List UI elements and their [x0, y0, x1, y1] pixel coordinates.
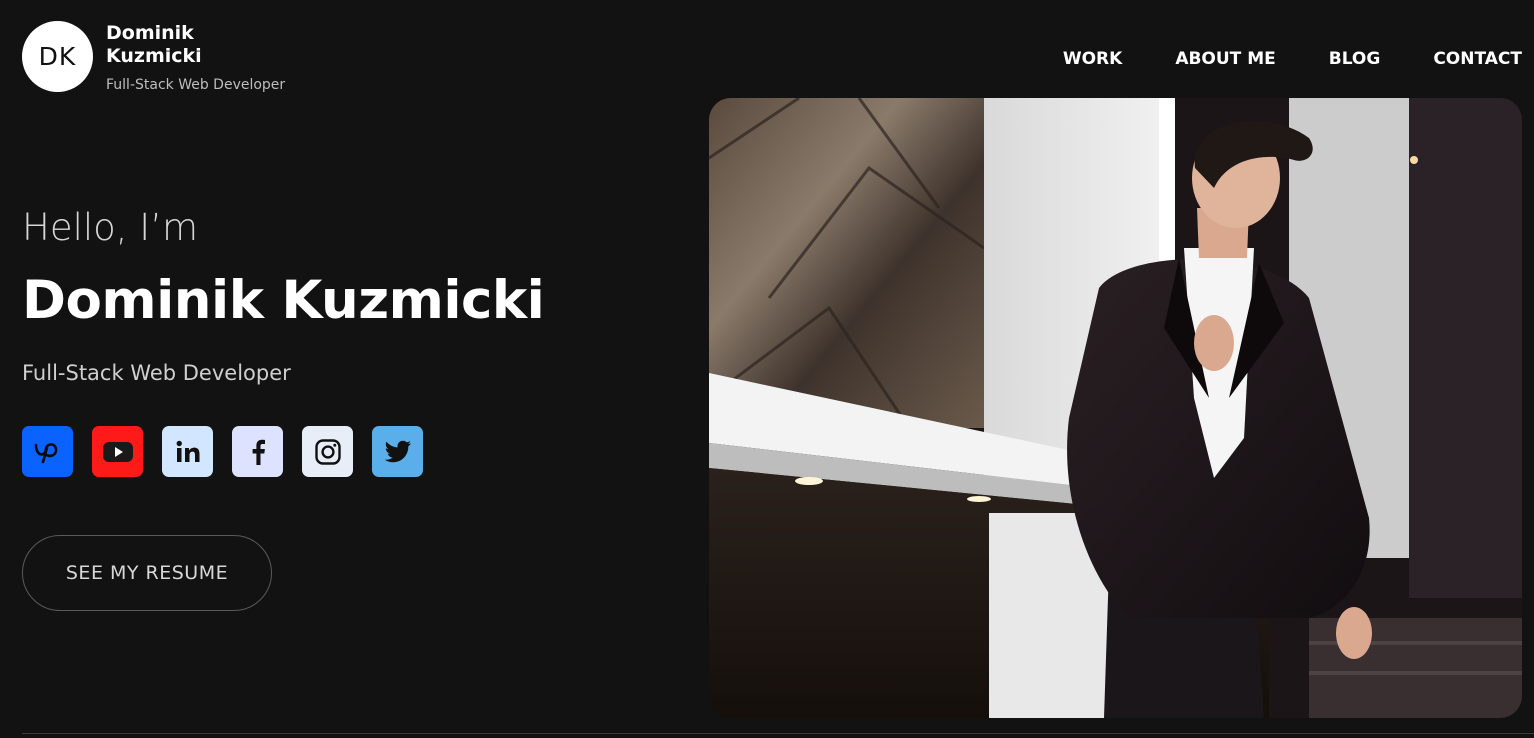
brand-logo[interactable]: DK Dominik Kuzmicki Full-Stack Web Devel…	[22, 21, 285, 93]
youtube-link[interactable]	[92, 426, 143, 477]
twitter-icon	[384, 440, 411, 462]
twitter-link[interactable]	[372, 426, 423, 477]
main-nav: WORK ABOUT ME BLOG CONTACT	[1010, 49, 1522, 69]
linkedin-link[interactable]	[162, 426, 213, 477]
brand-text: Dominik Kuzmicki Full-Stack Web Develope…	[106, 22, 285, 93]
see-resume-button[interactable]: SEE MY RESUME	[22, 535, 272, 611]
facebook-link[interactable]	[232, 426, 283, 477]
nav-work[interactable]: WORK	[1063, 49, 1122, 69]
section-divider	[22, 733, 1534, 734]
upwork-icon	[34, 442, 57, 463]
social-links	[22, 426, 442, 477]
instagram-icon	[314, 438, 341, 465]
brand-role: Full-Stack Web Developer	[106, 77, 286, 93]
nav-contact[interactable]: CONTACT	[1433, 49, 1522, 69]
linkedin-icon	[176, 440, 199, 462]
hero-name: Dominik Kuzmicki	[22, 270, 545, 331]
logo-initials: DK	[22, 21, 93, 92]
instagram-link[interactable]	[302, 426, 353, 477]
facebook-icon	[252, 439, 265, 465]
hero-role: Full-Stack Web Developer	[22, 361, 291, 385]
upwork-link[interactable]	[22, 426, 73, 477]
youtube-icon	[102, 441, 133, 462]
hero-greeting: Hello, I’m	[22, 206, 199, 249]
nav-blog[interactable]: BLOG	[1329, 49, 1381, 69]
hero-photo	[709, 98, 1522, 718]
nav-about-me[interactable]: ABOUT ME	[1175, 49, 1275, 69]
brand-name: Dominik Kuzmicki	[106, 22, 202, 67]
